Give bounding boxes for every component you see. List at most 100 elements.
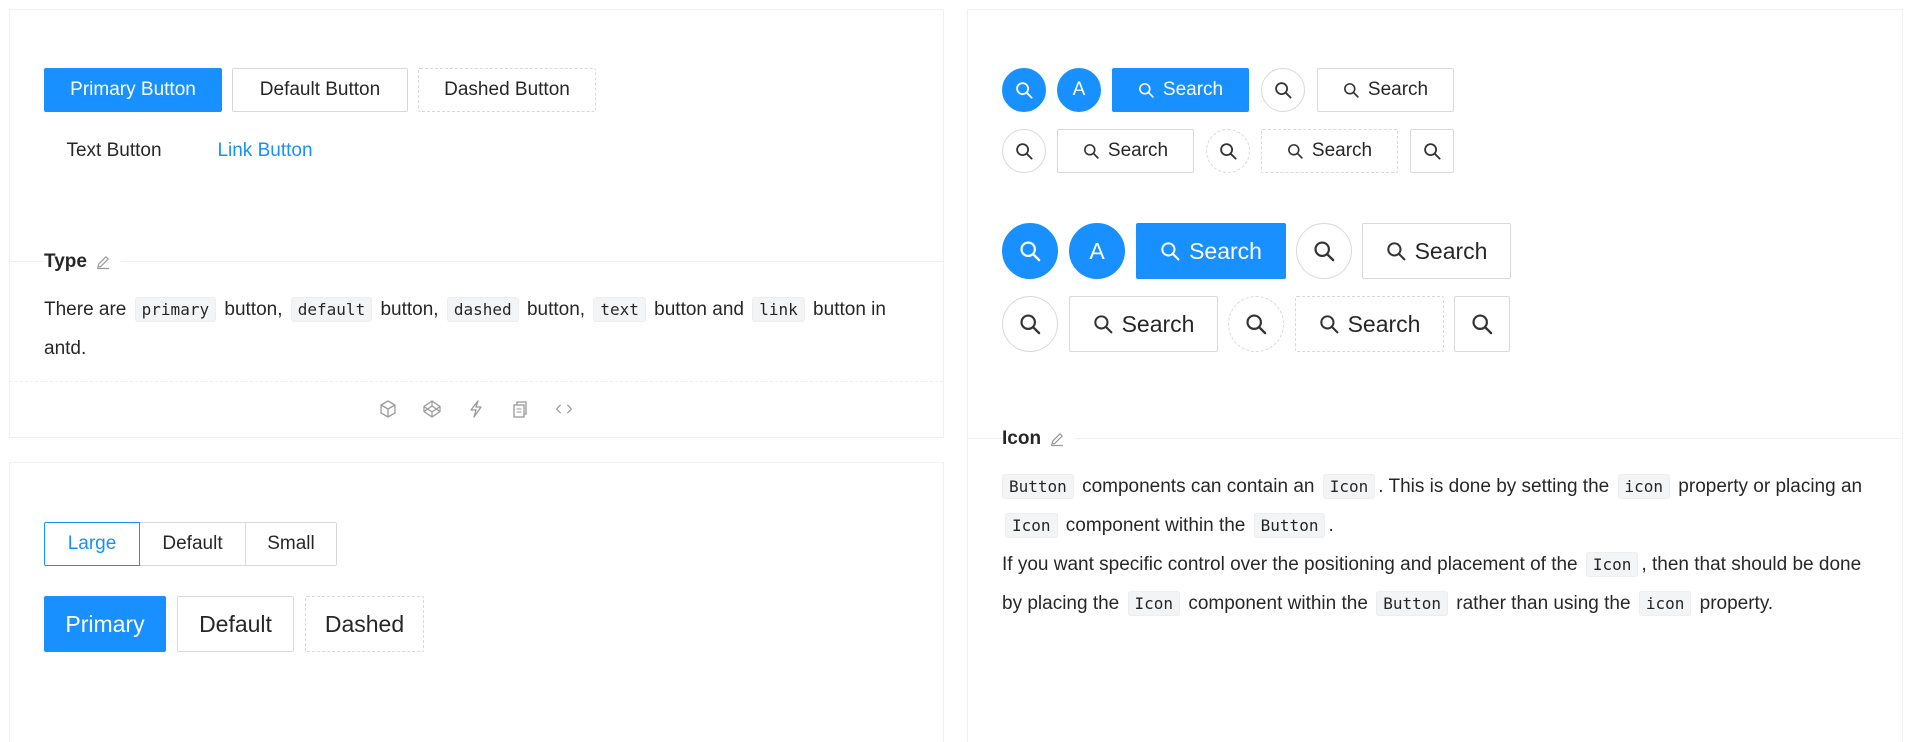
letter-circle-button-large[interactable]: A xyxy=(1069,223,1125,279)
code-primary: primary xyxy=(134,297,217,322)
search-icon xyxy=(1274,81,1293,100)
desc-text: button, xyxy=(219,299,288,320)
default-button[interactable]: Default Button xyxy=(232,68,408,112)
search-button-dashed[interactable]: Search xyxy=(1261,129,1398,173)
primary-button[interactable]: Primary Button xyxy=(44,68,222,112)
search-label: Search xyxy=(1189,237,1262,264)
code-text: text xyxy=(593,297,646,322)
meta-divider xyxy=(10,261,943,262)
search-button-default[interactable]: Search xyxy=(1317,68,1454,112)
text-button[interactable]: Text Button xyxy=(44,129,184,173)
desc-text: property. xyxy=(1694,593,1774,614)
search-button-outline-large[interactable]: Search xyxy=(1069,296,1218,352)
desc-text: . xyxy=(1328,515,1334,536)
desc-text: property or placing an xyxy=(1673,476,1863,497)
link-button[interactable]: Link Button xyxy=(200,129,330,173)
desc-text: components can contain an xyxy=(1076,476,1320,497)
edit-icon[interactable] xyxy=(95,254,111,270)
search-icon-button-large[interactable] xyxy=(1454,296,1510,352)
desc-text: button, xyxy=(375,299,444,320)
search-icon xyxy=(1471,313,1494,336)
code-icon-component: Icon xyxy=(1585,552,1639,577)
search-label: Search xyxy=(1367,79,1429,100)
size-radio-group: Large Default Small xyxy=(44,522,337,566)
icon-demo-card: A Search Search Search Search A Search S… xyxy=(967,9,1903,742)
dashed-button[interactable]: Dashed Button xyxy=(418,68,596,112)
size-option-small[interactable]: Small xyxy=(245,522,337,566)
search-label: Search xyxy=(1107,140,1169,161)
search-circle-button-default[interactable] xyxy=(1261,68,1305,112)
primary-button-large[interactable]: Primary xyxy=(44,596,166,652)
type-demo-card: Primary Button Default Button Dashed But… xyxy=(9,9,944,438)
desc-text: button and xyxy=(648,299,750,320)
search-circle-button-outline-large[interactable] xyxy=(1002,296,1058,352)
search-icon xyxy=(1015,142,1034,161)
demo-description: There are primary button, default button… xyxy=(44,290,894,368)
code-dashed: dashed xyxy=(446,297,519,322)
codesandbox-icon[interactable] xyxy=(378,399,398,419)
desc-text: button, xyxy=(521,299,591,320)
search-icon xyxy=(1160,241,1181,262)
search-icon-button[interactable] xyxy=(1410,129,1454,173)
search-icon xyxy=(1083,143,1100,160)
code-button: Button xyxy=(1376,591,1448,616)
demo-description: Button components can contain an Icon. T… xyxy=(1002,467,1872,623)
search-label: Search xyxy=(1121,310,1195,337)
search-icon xyxy=(1019,313,1042,336)
thunderbolt-icon[interactable] xyxy=(466,399,486,419)
search-circle-button-outline[interactable] xyxy=(1002,129,1046,173)
copy-icon[interactable] xyxy=(510,399,530,419)
code-icon-prop: icon xyxy=(1617,474,1671,499)
desc-text: component within the xyxy=(1060,515,1251,536)
desc-text: If you want specific control over the po… xyxy=(1002,554,1583,575)
search-label: Search xyxy=(1162,79,1224,100)
size-option-large[interactable]: Large xyxy=(44,522,140,566)
code-button: Button xyxy=(1002,474,1074,499)
search-icon xyxy=(1386,241,1407,262)
code-icon-component: Icon xyxy=(1127,591,1181,616)
code-icon-prop: icon xyxy=(1638,591,1692,616)
search-icon xyxy=(1245,313,1268,336)
actions-divider xyxy=(10,381,943,382)
code-icon[interactable] xyxy=(554,399,574,419)
code-icon-component: Icon xyxy=(1322,474,1376,499)
desc-text: rather than using the xyxy=(1450,593,1636,614)
search-label: Search xyxy=(1414,237,1488,264)
demo-title-text: Icon xyxy=(1002,428,1042,449)
search-icon xyxy=(1015,81,1034,100)
search-icon xyxy=(1138,82,1155,99)
demo-title-text: Type xyxy=(44,251,87,272)
code-default: default xyxy=(290,297,373,322)
search-icon xyxy=(1019,240,1042,263)
desc-text: component within the xyxy=(1183,593,1374,614)
search-icon xyxy=(1287,143,1304,160)
meta-divider xyxy=(968,438,1902,439)
dashed-button-large[interactable]: Dashed xyxy=(305,596,424,652)
desc-text: . This is done by setting the xyxy=(1378,476,1615,497)
code-link: link xyxy=(752,297,805,322)
search-icon xyxy=(1093,314,1114,335)
size-demo-card: Large Default Small Primary Default Dash… xyxy=(9,462,944,742)
search-circle-button-dashed[interactable] xyxy=(1206,129,1250,173)
search-button-primary-large[interactable]: Search xyxy=(1136,223,1286,279)
search-label: Search xyxy=(1311,140,1373,161)
search-button-default-large[interactable]: Search xyxy=(1362,223,1511,279)
search-button-primary[interactable]: Search xyxy=(1112,68,1249,112)
code-button: Button xyxy=(1253,513,1326,538)
size-option-default[interactable]: Default xyxy=(139,522,246,566)
search-button-dashed-large[interactable]: Search xyxy=(1295,296,1444,352)
edit-icon[interactable] xyxy=(1049,431,1065,447)
search-button-outline[interactable]: Search xyxy=(1057,129,1194,173)
codepen-icon[interactable] xyxy=(422,399,442,419)
default-button-large[interactable]: Default xyxy=(177,596,294,652)
search-icon xyxy=(1219,142,1238,161)
search-circle-button-primary-large[interactable] xyxy=(1002,223,1058,279)
letter-circle-button[interactable]: A xyxy=(1057,68,1101,112)
code-icon-component: Icon xyxy=(1005,513,1058,538)
demo-title: Icon xyxy=(1002,427,1076,451)
search-circle-button-dashed-large[interactable] xyxy=(1228,296,1284,352)
search-circle-button-primary[interactable] xyxy=(1002,68,1046,112)
code-actions xyxy=(378,399,574,419)
search-label: Search xyxy=(1347,310,1421,337)
search-circle-button-default-large[interactable] xyxy=(1296,223,1352,279)
